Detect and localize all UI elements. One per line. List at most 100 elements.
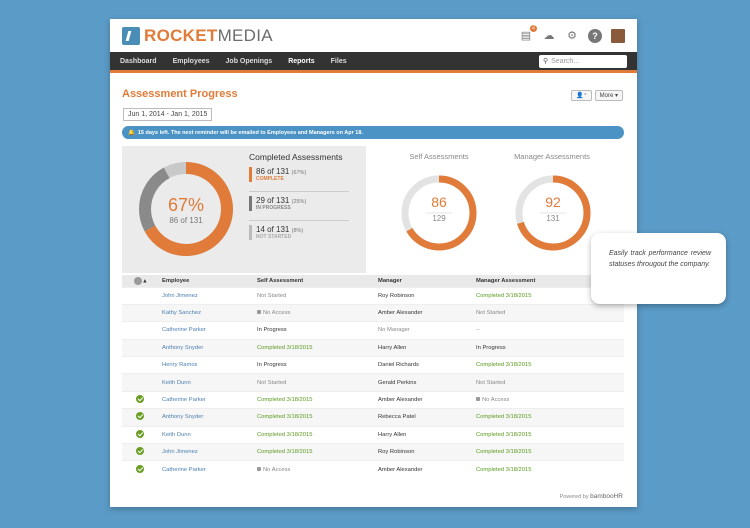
self-assessment-cell: No Access — [253, 303, 374, 322]
status-cell — [122, 286, 158, 305]
table-row[interactable]: Anthony Snyder Completed 3/18/2015 Harry A… — [122, 338, 624, 357]
sort-column-header[interactable]: ▴ — [122, 275, 158, 287]
manager-assessment-cell: Completed 3/18/2015 — [472, 356, 624, 374]
manager-assessment-cell: Not Started — [472, 303, 624, 322]
manager-cell-text: Amber Alexander — [378, 397, 423, 404]
self-assessment-cell-text: Completed 3/18/2015 — [257, 431, 313, 438]
employee-table: ▴ Employee Self Assessment Manager Manag… — [122, 275, 624, 479]
employee-cell-text: Keith Dunn — [162, 379, 191, 386]
manager-assessment-cell-text: In Progress — [476, 344, 506, 351]
status-cell — [122, 373, 158, 392]
manager-cell-text: Amber Alexander — [378, 310, 423, 317]
table-row[interactable]: Kathy Sanchez No Access Amber Alexander Not… — [122, 303, 624, 322]
table-row[interactable]: Catherine Parker Completed 3/18/2015 Amber… — [122, 390, 624, 409]
sort-up-icon: ▴ — [143, 278, 147, 285]
self-assessment-cell: Completed 3/18/2015 — [253, 425, 374, 444]
manager-assessment-cell-text: Not Started — [476, 310, 506, 317]
table-row[interactable]: Catherine Parker No Access Amber Alexander… — [122, 460, 624, 479]
completed-percent: 67% — [167, 195, 205, 215]
more-button[interactable]: More ▾ — [594, 90, 623, 101]
table-row[interactable]: Keith Dunn Not Started Gerald Perkins Not S… — [122, 373, 624, 392]
legend-not-started: 14 of 131 (8%) NOT STARTED — [249, 225, 349, 240]
status-cell — [122, 460, 158, 479]
date-range-select[interactable]: Jun 1, 2014 - Jan 1, 2015 — [123, 108, 213, 121]
add-user-button[interactable]: 👤⁺ — [571, 90, 592, 101]
status-cell — [122, 356, 158, 374]
reminder-notice: 🔔 15 days left. The next reminder will b… — [122, 126, 624, 139]
completed-assessments-panel: 67% 86 of 131 Completed Assessments 86 o… — [122, 146, 366, 273]
table-row[interactable]: Anthony Snyder Completed 3/18/2015 Rebecca… — [122, 408, 624, 427]
self-assessment-cell-text: No Access — [263, 466, 291, 473]
self-assessment-cell: No Access — [253, 460, 374, 479]
self-assessment-header[interactable]: Self Assessment — [253, 275, 374, 287]
manager-assessment-cell-text: Completed 3/18/2015 — [476, 449, 532, 456]
employee-cell[interactable]: Catherine Parker — [158, 460, 253, 479]
check-icon — [136, 464, 144, 473]
manager-cell-text: Amber Alexander — [378, 466, 423, 473]
employee-header[interactable]: Employee — [158, 275, 253, 287]
manager-cell: Gerald Perkins — [374, 373, 472, 392]
lock-icon — [257, 310, 261, 315]
self-assessment-cell: In Progress — [253, 321, 374, 340]
self-assessment-cell: Completed 3/18/2015 — [253, 390, 374, 409]
status-cell — [122, 443, 158, 461]
more-label: More — [599, 92, 614, 99]
employee-cell[interactable]: Catherine Parker — [158, 321, 253, 340]
employee-cell-text: Catherine Parker — [162, 397, 206, 404]
manager-cell: No Manager — [374, 321, 472, 340]
table-row[interactable]: Keith Dunn Completed 3/18/2015 Harry Allen… — [122, 425, 624, 444]
manager-assessment-cell: In Progress — [472, 338, 624, 357]
manager-assessment-cell-text: Completed 3/18/2015 — [476, 362, 532, 369]
completed-title: Completed Assessments — [249, 152, 343, 162]
employee-cell[interactable]: Keith Dunn — [158, 425, 253, 444]
employee-cell[interactable]: Henry Ramos — [158, 356, 253, 374]
check-icon — [136, 447, 144, 456]
employee-cell-text: John Jimenez — [162, 449, 198, 456]
in-progress-label: IN PROGRESS — [256, 205, 291, 211]
complete-label: COMPLETE — [256, 176, 284, 182]
check-icon — [136, 429, 144, 438]
status-cell — [122, 303, 158, 322]
employee-cell[interactable]: John Jimenez — [158, 443, 253, 461]
manager-cell: Harry Allen — [374, 338, 472, 357]
self-assessment-cell-text: No Access — [263, 310, 291, 317]
employee-cell[interactable]: Kathy Sanchez — [158, 303, 253, 322]
legend-complete: 86 of 131 (67%) COMPLETE — [249, 167, 349, 182]
employee-cell[interactable]: Anthony Snyder — [158, 338, 253, 357]
notice-text: 15 days left. The next reminder will be … — [137, 129, 363, 136]
employee-cell-text: Kathy Sanchez — [162, 310, 201, 317]
employee-cell-text: John Jimenez — [162, 292, 198, 299]
table-row[interactable]: John Jimenez Completed 3/18/2015 Roy Robin… — [122, 443, 624, 461]
table-row[interactable]: Henry Ramos In Progress Daniel Richards Com… — [122, 356, 624, 374]
manager-cell: Amber Alexander — [374, 460, 472, 479]
employee-cell-text: Anthony Snyder — [162, 344, 204, 351]
manager-assessment-cell-text: Completed 3/18/2015 — [476, 431, 532, 438]
complete-pct: (67%) — [291, 170, 307, 176]
employee-cell[interactable]: John Jimenez — [158, 286, 253, 305]
self-assessment-cell-text: Completed 3/18/2015 — [257, 397, 313, 404]
self-assessment-cell-text: In Progress — [257, 362, 287, 369]
manager-assessment-cell-text: Completed 3/18/2015 — [476, 466, 532, 473]
bamboohr-logo: bambooHR — [590, 493, 623, 500]
not-started-label: NOT STARTED — [256, 234, 292, 240]
manager-assessment-cell: -- — [472, 321, 624, 340]
table-row[interactable]: John Jimenez Not Started Roy Robinson Compl… — [122, 286, 624, 305]
self-assessment-cell-text: Completed 3/18/2015 — [257, 449, 313, 456]
manager-header[interactable]: Manager — [374, 275, 472, 287]
status-cell — [122, 408, 158, 427]
check-icon — [136, 395, 144, 404]
legend-in-progress: 29 of 131 (25%) IN PROGRESS — [249, 196, 349, 211]
employee-cell[interactable]: Anthony Snyder — [158, 408, 253, 427]
status-cell — [122, 425, 158, 444]
table-row[interactable]: Catherine Parker In Progress No Manager -- — [122, 321, 624, 340]
manager-cell-text: Roy Robinson — [378, 449, 415, 456]
manager-cell-text: Harry Allen — [378, 344, 407, 351]
not-started-value: 14 of 131 — [256, 225, 290, 234]
status-cell — [122, 390, 158, 409]
manager-cell-text: Rebecca Patel — [378, 414, 416, 421]
page-title: Assessment Progress — [122, 88, 238, 100]
self-assessment-cell-text: Completed 3/18/2015 — [257, 414, 313, 421]
employee-cell[interactable]: Catherine Parker — [158, 390, 253, 409]
employee-cell[interactable]: Keith Dunn — [158, 373, 253, 392]
self-assessment-cell: Completed 3/18/2015 — [253, 338, 374, 357]
